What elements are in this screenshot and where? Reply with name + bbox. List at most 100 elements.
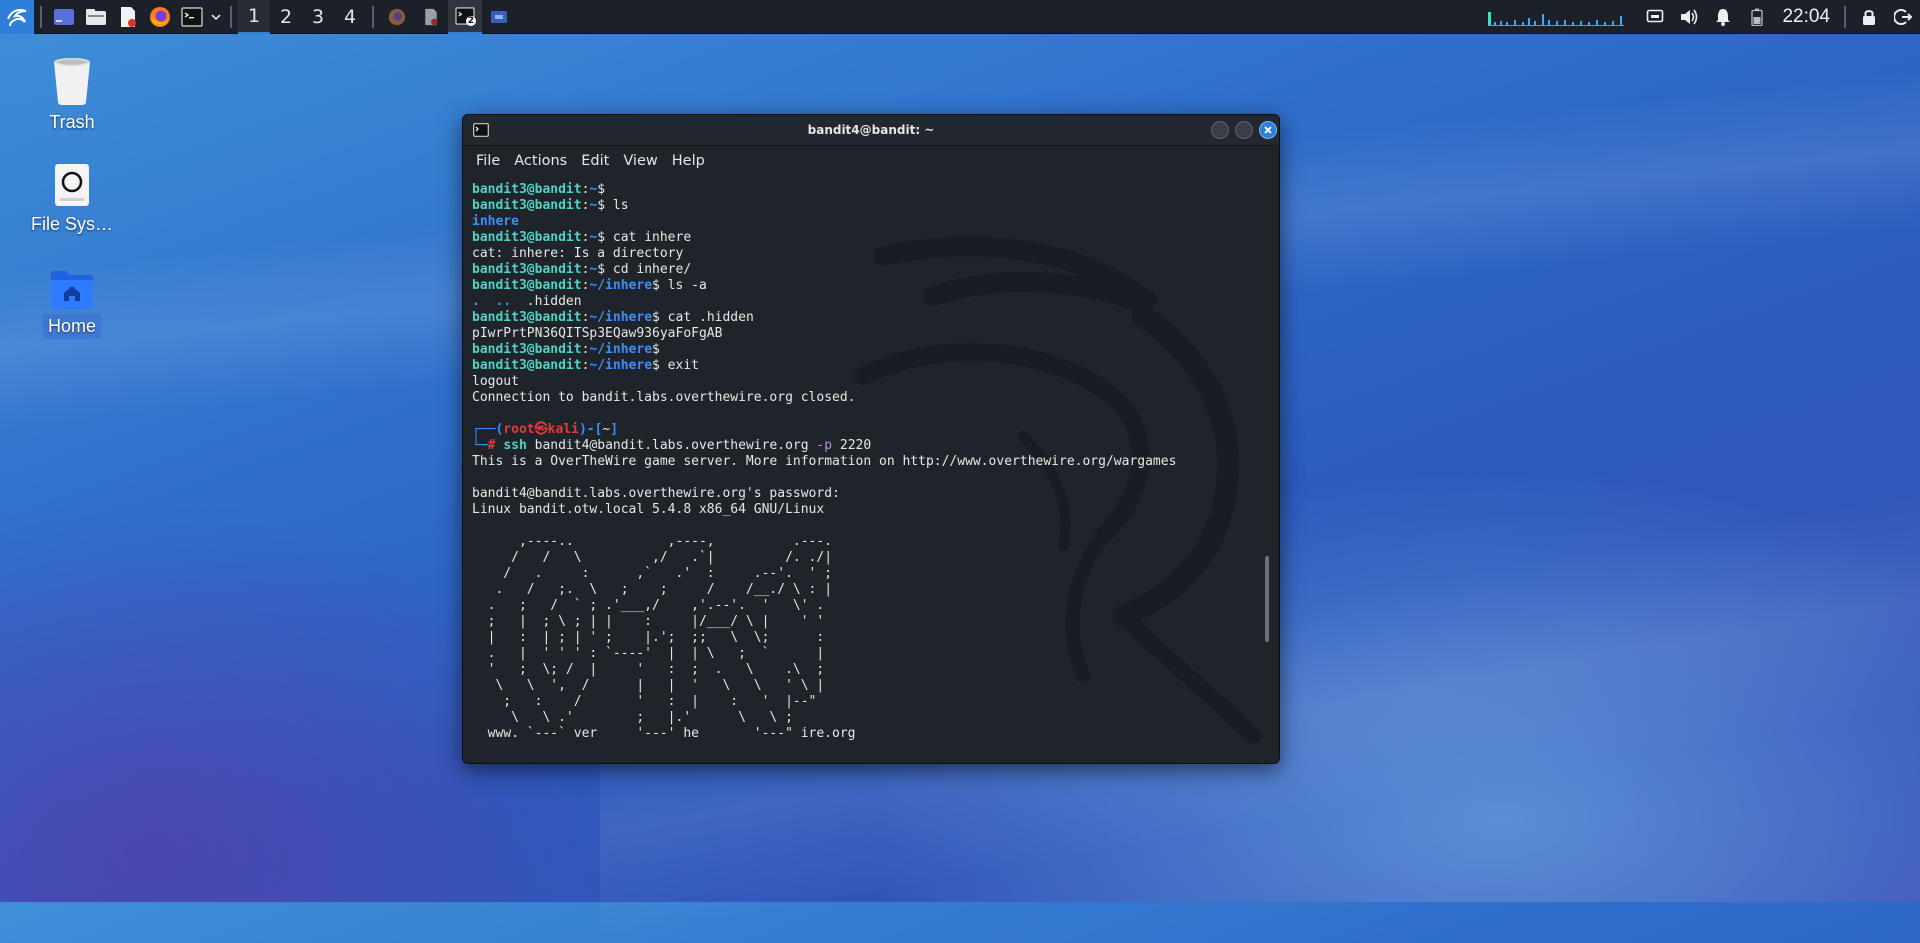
terminal-text-segment: bandit3@bandit xyxy=(472,342,582,357)
terminal-output-area[interactable]: bandit3@bandit:~$ bandit3@bandit:~$ ls inh… xyxy=(463,176,1279,763)
terminal-text-segment: bandit4@bandit.labs.overthewire.org's pa… xyxy=(472,486,840,501)
logout-button[interactable] xyxy=(1886,0,1920,34)
file-manager-launcher[interactable] xyxy=(80,0,112,34)
terminal-text-segment: $ cat inhere xyxy=(597,230,692,245)
kali-menu-button[interactable] xyxy=(0,0,34,34)
terminal-text-segment: | : | ; | ' ; |.'; ;; \ \; : xyxy=(472,630,825,645)
workspace-4[interactable]: 4 xyxy=(334,0,366,34)
lock-screen-button[interactable] xyxy=(1852,0,1886,34)
menu-actions[interactable]: Actions xyxy=(507,153,574,169)
window-titlebar[interactable]: bandit4@bandit: ~ xyxy=(463,115,1279,146)
maximize-button[interactable] xyxy=(1235,121,1253,139)
display-icon xyxy=(1647,9,1664,22)
terminal-window[interactable]: bandit4@bandit: ~ File Actions Edit View… xyxy=(462,114,1280,764)
desktop-icon-home[interactable]: Home xyxy=(24,268,120,339)
terminal-text-segment: $ xyxy=(597,182,606,197)
terminal-line: bandit3@bandit:~/inhere$ ls -a xyxy=(472,278,1176,294)
text-editor-icon xyxy=(121,6,136,27)
close-icon xyxy=(1264,126,1272,134)
home-folder-icon xyxy=(51,271,93,309)
terminal-text-segment: Connection to bandit.labs.overthewire.or… xyxy=(472,390,856,405)
terminal-text-segment: -p xyxy=(816,438,833,453)
volume-tray[interactable] xyxy=(1672,0,1706,34)
terminal-line: └─# ssh bandit4@bandit.labs.overthewire.… xyxy=(472,438,1176,454)
logout-icon xyxy=(1894,8,1912,25)
workspace-1[interactable]: 1 xyxy=(238,0,270,34)
file-manager-icon xyxy=(86,8,106,25)
terminal-line: bandit3@bandit:~$ ls xyxy=(472,198,1176,214)
panel-separator xyxy=(230,5,232,28)
menu-help[interactable]: Help xyxy=(665,153,712,169)
terminal-text-segment: ; : / ' : | : ' |--" xyxy=(472,694,817,709)
terminal-launcher[interactable] xyxy=(176,0,208,34)
menu-file[interactable]: File xyxy=(469,153,507,169)
terminal-text-segment: ' ; \; / | ' : ; . \ .\ ; xyxy=(472,662,825,677)
terminal-text-segment: . ; / ` ; .'___,/ ,'.--'. ' \' . xyxy=(472,598,825,613)
terminal-text-segment: \ \ ', / | | ' \ \ ' \ | xyxy=(472,678,825,693)
terminal-text-segment: bandit3@bandit xyxy=(472,230,582,245)
terminal-text-segment: ~/inhere xyxy=(589,342,653,357)
terminal-line: ' ; \; / | ' : ; . \ .\ ; xyxy=(472,662,1176,678)
terminal-line: bandit3@bandit:~$ cat inhere xyxy=(472,230,1176,246)
clock[interactable]: 22:04 xyxy=(1774,6,1838,28)
drive-icon xyxy=(55,164,89,206)
terminal-text-segment: root㉿kali xyxy=(503,422,579,437)
firefox-launcher[interactable] xyxy=(144,0,176,34)
kali-menu-icon xyxy=(7,8,27,26)
terminal-text-segment: ] xyxy=(610,422,619,437)
terminal-text-segment: logout xyxy=(472,374,519,389)
scrollbar-thumb[interactable] xyxy=(1265,556,1269,642)
terminal-line: pIwrPrtPN36QITSp3EQaw936yaFoFgAB xyxy=(472,326,1176,342)
window-title: bandit4@bandit: ~ xyxy=(807,123,935,137)
task-editor[interactable] xyxy=(414,0,448,34)
terminal-text-segment: . .. xyxy=(472,294,512,309)
top-panel: 1 2 3 4 2 22:04 xyxy=(0,0,1920,34)
terminal-line: www. `---` ver '---' he '---" ire.org xyxy=(472,726,1176,742)
menu-view[interactable]: View xyxy=(616,153,664,169)
task-firefox[interactable] xyxy=(380,0,414,34)
terminal-line: . | ' ' ' : `----' | | \ ; ` | xyxy=(472,646,1176,662)
terminal-text-segment: ssh xyxy=(503,438,535,453)
desktop-icon-label: Home xyxy=(41,314,102,339)
desktop-icon-filesystem[interactable]: File Sys… xyxy=(24,162,120,237)
terminal-text-segment: $ cat .hidden xyxy=(652,310,754,325)
terminal-text-segment: .hidden xyxy=(511,294,582,309)
panel-separator xyxy=(1844,5,1846,28)
show-desktop-launcher[interactable] xyxy=(48,0,80,34)
terminal-text-segment: Linux bandit.otw.local 5.4.8 x86_64 GNU/… xyxy=(472,502,825,517)
notifications-tray[interactable] xyxy=(1706,0,1740,34)
trash-icon xyxy=(54,58,90,105)
task-terminal[interactable]: 2 xyxy=(448,0,482,34)
window-task-icon xyxy=(491,10,507,23)
terminal-text-segment: $ ls xyxy=(597,198,629,213)
close-button[interactable] xyxy=(1259,121,1277,139)
desktop-icon-trash[interactable]: Trash xyxy=(24,56,120,135)
terminal-text-segment: bandit3@bandit xyxy=(472,198,582,213)
terminal-text-segment: / / \ ,/ .`| /. ./| xyxy=(472,550,833,565)
terminal-text-segment: └─ xyxy=(472,438,488,453)
terminal-line: bandit3@bandit:~$ xyxy=(472,182,1176,198)
launcher-dropdown[interactable] xyxy=(208,0,224,34)
terminal-text-segment: $ exit xyxy=(652,358,699,373)
workspace-3[interactable]: 3 xyxy=(302,0,334,34)
terminal-icon xyxy=(181,6,203,27)
terminal-text-segment: )-[ xyxy=(578,422,603,437)
menu-bar: File Actions Edit View Help xyxy=(463,146,1279,176)
workspace-2[interactable]: 2 xyxy=(270,0,302,34)
terminal-line: . / ;. \ ; ; / /__./ \ : | xyxy=(472,582,1176,598)
menu-edit[interactable]: Edit xyxy=(574,153,616,169)
terminal-line: bandit3@bandit:~/inhere$ exit xyxy=(472,358,1176,374)
battery-tray[interactable] xyxy=(1740,0,1774,34)
terminal-line: . ; / ` ; .'___,/ ,'.--'. ' \' . xyxy=(472,598,1176,614)
task-window[interactable] xyxy=(482,0,516,34)
terminal-text-segment: bandit3@bandit xyxy=(472,310,582,325)
terminal-line: | : | ; | ' ; |.'; ;; \ \; : xyxy=(472,630,1176,646)
terminal-line: ┌──(root㉿kali)-[~] xyxy=(472,422,1176,438)
minimize-button[interactable] xyxy=(1211,121,1229,139)
display-tray[interactable] xyxy=(1638,0,1672,34)
desktop-icon-label: File Sys… xyxy=(30,214,113,234)
terminal-text-segment: bandit3@bandit xyxy=(472,358,582,373)
text-editor-launcher[interactable] xyxy=(112,0,144,34)
terminal-line: ; : / ' : | : ' |--" xyxy=(472,694,1176,710)
